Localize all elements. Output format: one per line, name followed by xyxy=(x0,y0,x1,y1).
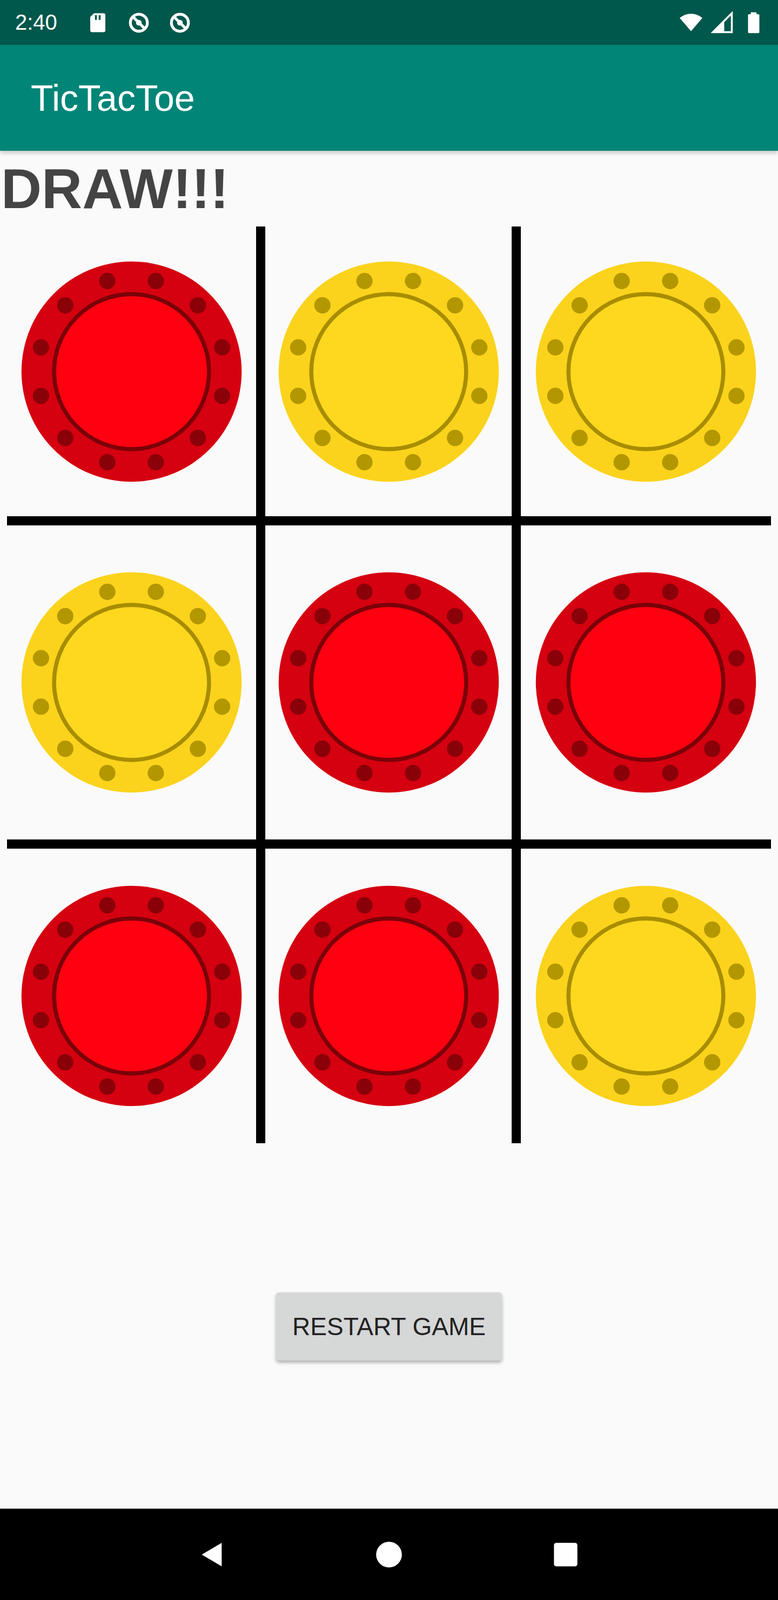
back-icon[interactable] xyxy=(198,1539,227,1568)
wifi-icon xyxy=(679,11,703,35)
yellow-chip-icon xyxy=(533,883,759,1108)
yellow-chip-icon xyxy=(19,569,244,795)
board-cell[interactable] xyxy=(520,848,771,1143)
status-bar: 2:40 xyxy=(0,0,778,45)
restart-button[interactable]: RESTART GAME xyxy=(276,1291,502,1360)
result-message: DRAW!!! xyxy=(0,150,778,227)
sd-card-icon xyxy=(86,11,110,35)
status-time: 2:40 xyxy=(15,10,58,35)
blocked-icon xyxy=(168,11,192,35)
board-cell[interactable] xyxy=(265,525,521,849)
blocked-icon xyxy=(127,11,151,35)
game-board xyxy=(7,226,771,1143)
red-chip-icon xyxy=(276,883,501,1108)
recents-icon[interactable] xyxy=(551,1539,580,1568)
home-icon[interactable] xyxy=(374,1539,404,1568)
board-cell[interactable] xyxy=(7,226,266,526)
signal-icon xyxy=(711,11,734,35)
yellow-chip-icon xyxy=(533,259,759,484)
board-cell[interactable] xyxy=(7,848,266,1143)
board-cell[interactable] xyxy=(520,226,771,526)
board-cell[interactable] xyxy=(265,848,521,1143)
red-chip-icon xyxy=(533,569,759,795)
red-chip-icon xyxy=(19,259,244,484)
red-chip-icon xyxy=(276,569,501,795)
board-cell[interactable] xyxy=(520,525,771,849)
red-chip-icon xyxy=(19,883,244,1108)
yellow-chip-icon xyxy=(276,259,501,484)
screen: 2:40 TicTacToe DRAW!!! RESTART GAME xyxy=(0,0,778,1600)
content: DRAW!!! RESTART GAME xyxy=(0,150,778,1508)
app-title: TicTacToe xyxy=(30,76,196,119)
board-cell[interactable] xyxy=(265,226,521,526)
navigation-bar xyxy=(0,1507,778,1600)
battery-icon xyxy=(742,11,766,35)
board-cell[interactable] xyxy=(7,525,266,849)
app-bar: TicTacToe xyxy=(0,44,778,151)
